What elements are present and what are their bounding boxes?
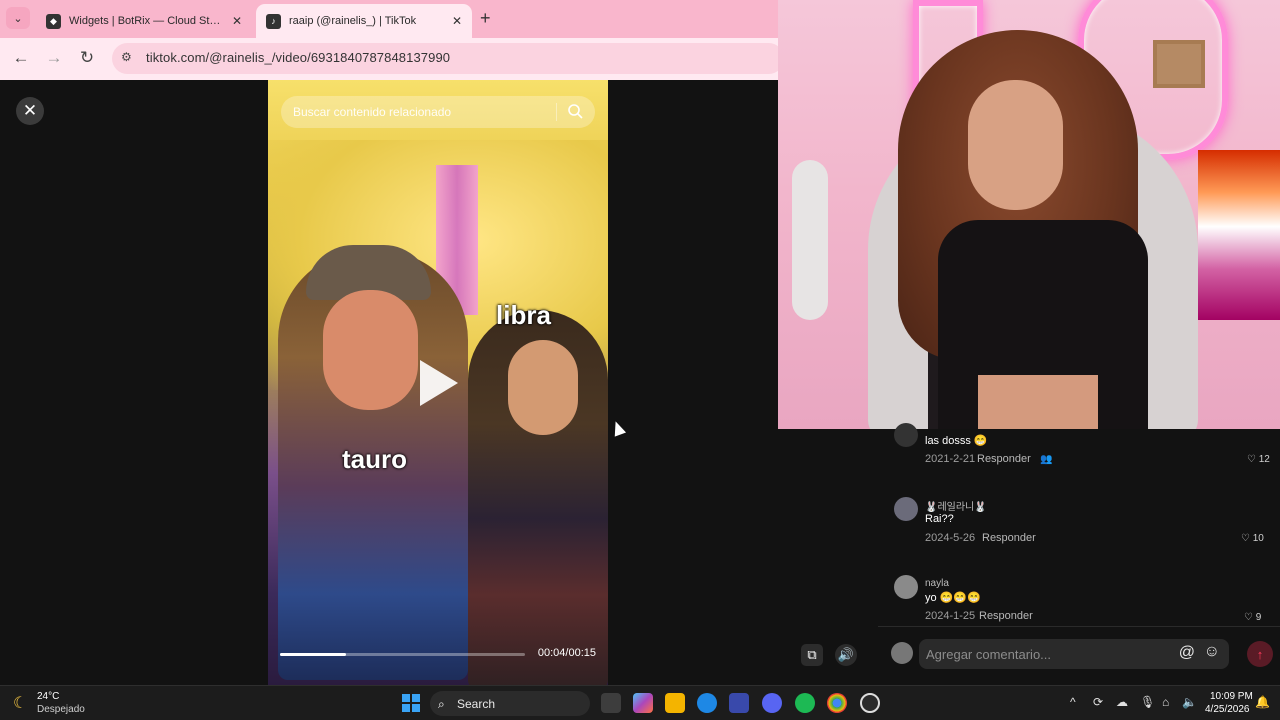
taskbar: ☾ 24°C Despejado ⌕ Search ^ ⟳ ☁ 🎙 ⌂ 🔈 10… [0,685,1280,720]
site-settings-icon[interactable]: ⚙ [121,50,135,64]
play-icon[interactable] [420,360,458,406]
comment-date: 2024-5-26 [925,532,976,544]
microphone [792,160,828,320]
search-icon[interactable] [567,103,583,119]
related-search-input[interactable]: Buscar contenido relacionado [281,96,595,128]
browser-tab-bar: ⌄ ◆ Widgets | BotRix — Cloud Streaming B… [0,0,778,38]
clock-time[interactable]: 10:09 PM [1210,691,1253,702]
comment-username[interactable]: 🐰레일라니🐰 [925,498,987,513]
comment-username[interactable]: nayla [925,578,949,589]
edge-icon[interactable] [697,693,717,713]
comment-placeholder: Agregar comentario... [926,647,1052,662]
streamer-midriff [978,375,1098,429]
comments-divider [878,626,1280,627]
mention-icon[interactable]: @ [1179,644,1195,662]
comments-panel: las dosss 😁 2021-2-21 Responder 👥 ♡ 12 🐰… [778,423,1280,685]
clock-date[interactable]: 4/25/2026 [1205,704,1250,715]
moon-weather-icon[interactable]: ☾ [13,693,27,713]
avatar[interactable] [894,575,918,599]
search-divider [556,103,557,121]
screen: ⌄ ◆ Widgets | BotRix — Cloud Streaming B… [0,0,1280,720]
comment-input[interactable]: Agregar comentario... @ ☺ [919,639,1229,669]
screen-share-icon[interactable]: ⧉ [801,644,823,666]
copilot-icon[interactable] [633,693,653,713]
overlay-text-libra: libra [496,300,551,330]
creator-reaction-icon: 👥 [1040,454,1053,465]
tab-search-button[interactable]: ⌄ [6,7,30,29]
spotify-icon[interactable] [795,693,815,713]
reply-button[interactable]: Responder [979,610,1033,622]
overlay-text-tauro: tauro [342,444,407,474]
video-player[interactable]: Buscar contenido relacionado libra tauro… [268,80,608,685]
url-text: tiktok.com/@rainelis_/video/693184078784… [146,50,451,65]
likes-value: 9 [1255,612,1262,623]
tiktok-video-page: ✕ Buscar contenido relacionado libra tau… [0,80,778,685]
avatar[interactable] [894,497,918,521]
taskbar-search[interactable]: ⌕ Search [430,691,590,716]
network-icon[interactable]: ⌂ [1162,695,1169,709]
speaker-icon[interactable]: 🔈 [1182,695,1197,709]
microphone-icon[interactable]: 🎙 [1140,695,1155,709]
video-progress-bar[interactable] [280,653,525,656]
search-placeholder: Buscar contenido relacionado [293,105,452,119]
cloud-icon[interactable]: ☁ [1116,695,1128,709]
webcam-overlay [778,0,1280,429]
likes-value: 12 [1258,454,1270,465]
send-arrow-icon[interactable]: ↑ [1247,641,1273,667]
browser-toolbar: ← → ↻ ⚙ tiktok.com/@rainelis_/video/6931… [0,38,784,80]
tiktok-favicon-icon: ♪ [266,13,281,29]
comment-text: las dosss 😁 [925,435,988,447]
obs-icon[interactable] [860,693,880,713]
notification-bell-icon[interactable]: 🔔 [1255,695,1270,709]
wall-frame [1153,40,1205,88]
comment-text: yo 😁😁😁 [925,592,981,604]
like-count[interactable]: ♡ 10 [1241,533,1264,544]
store-icon[interactable] [729,693,749,713]
comment-date: 2021-2-21 [925,453,976,465]
address-bar[interactable]: ⚙ tiktok.com/@rainelis_/video/6931840787… [112,43,784,74]
close-video-icon[interactable]: ✕ [16,97,44,125]
video-face-right [508,340,578,435]
comment-date: 2024-1-25 [925,610,976,622]
chrome-icon[interactable] [827,693,847,713]
close-tab-icon[interactable]: ✕ [452,14,462,28]
task-view-icon[interactable] [601,693,621,713]
sync-icon[interactable]: ⟳ [1093,695,1103,709]
file-explorer-icon[interactable] [665,693,685,713]
tab-title: Widgets | BotRix — Cloud Streaming Bot f [69,15,224,27]
forward-arrow-icon[interactable]: → [43,48,65,68]
video-progress-fill [280,653,347,656]
video-time: 00:04/00:15 [537,647,596,659]
tab-title: raaip (@rainelis_) | TikTok [289,15,417,27]
windows-start-icon[interactable] [402,694,420,712]
weather-condition[interactable]: Despejado [37,704,85,715]
comment-text: Rai?? [925,513,954,525]
emoji-icon[interactable]: ☺ [1204,643,1220,661]
weather-temperature[interactable]: 24°C [37,691,59,702]
likes-value: 10 [1252,533,1264,544]
reload-icon[interactable]: ↻ [76,48,98,68]
discord-icon[interactable] [762,693,782,713]
like-count[interactable]: ♡ 12 [1247,454,1270,465]
streamer-face [968,80,1063,210]
tab-botrix[interactable]: ◆ Widgets | BotRix — Cloud Streaming Bot… [36,4,252,38]
avatar[interactable] [891,642,913,664]
like-count[interactable]: ♡ 9 [1244,612,1261,623]
search-icon: ⌕ [438,697,445,711]
video-face-left [323,290,418,410]
tab-tiktok[interactable]: ♪ raaip (@rainelis_) | TikTok ✕ [256,4,472,38]
avatar[interactable] [894,423,918,447]
chevron-up-icon[interactable]: ^ [1070,695,1076,709]
new-tab-plus-icon[interactable]: + [480,8,491,29]
reply-button[interactable]: Responder [977,453,1031,465]
volume-icon[interactable]: 🔊 [835,644,857,666]
reply-button[interactable]: Responder [982,532,1036,544]
back-arrow-icon[interactable]: ← [10,48,32,68]
close-tab-icon[interactable]: ✕ [232,14,242,28]
wall-flag [1198,150,1280,320]
taskbar-search-label: Search [457,697,496,711]
botrix-favicon-icon: ◆ [46,13,61,29]
